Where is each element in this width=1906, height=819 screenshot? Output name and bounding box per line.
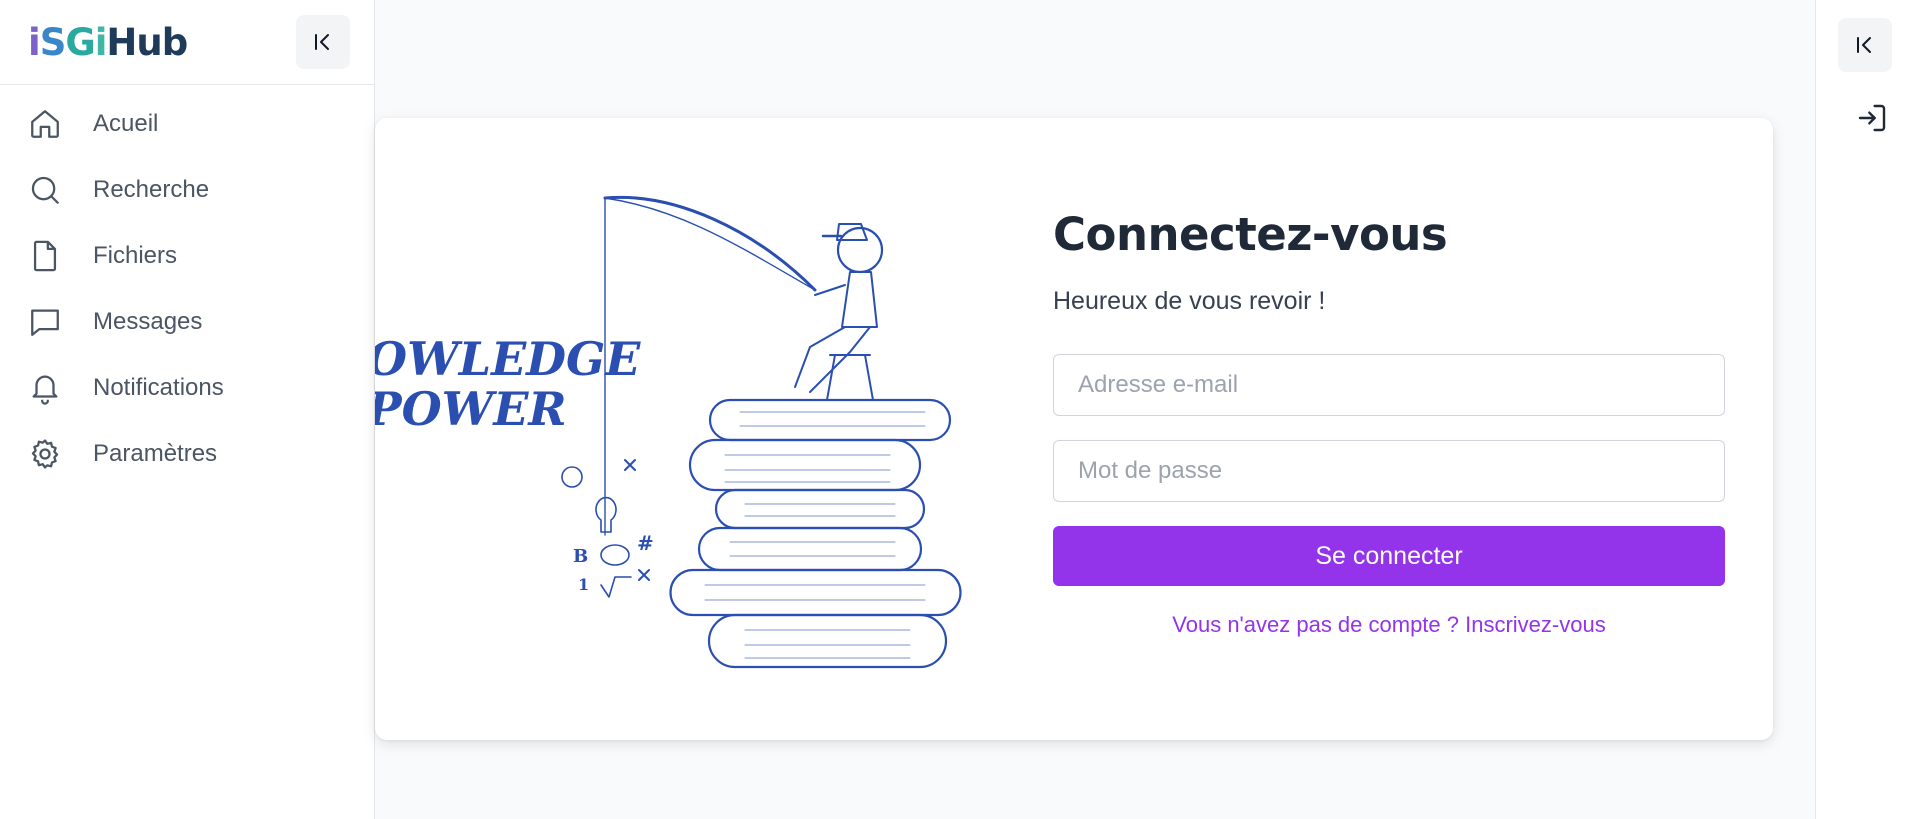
- knowledge-power-illustration: OWLEDGE POWER B 1 #: [375, 195, 962, 669]
- doodle-1: 1: [578, 575, 589, 594]
- books-stack: [669, 398, 962, 669]
- gear-icon: [31, 439, 59, 469]
- logo-part: G: [65, 20, 95, 64]
- sidebar: i S Gi Hub Acueil Recherche Fichiers Messag…: [0, 0, 375, 819]
- login-form: Connectez-vous Heureux de vous revoir ! …: [1053, 208, 1725, 638]
- login-title: Connectez-vous: [1053, 208, 1448, 261]
- login-button[interactable]: Se connecter: [1053, 526, 1725, 586]
- login-subtitle: Heureux de vous revoir !: [1053, 287, 1326, 315]
- password-field[interactable]: [1053, 440, 1725, 502]
- sidebar-item-label: Paramètres: [93, 440, 218, 467]
- collapse-left-icon: [1857, 37, 1871, 53]
- collapse-right-button[interactable]: [1838, 18, 1892, 72]
- sidebar-header: i S Gi Hub: [0, 0, 374, 85]
- login-card: OWLEDGE POWER B 1 # Connectez-vous Heure…: [375, 118, 1773, 740]
- right-rail: [1815, 0, 1906, 819]
- sidebar-item-label: Fichiers: [93, 242, 178, 269]
- register-link[interactable]: Vous n'avez pas de compte ? Inscrivez-vo…: [1053, 612, 1725, 638]
- sidebar-item-messages[interactable]: Messages: [0, 289, 374, 355]
- doodle-b: B: [573, 546, 588, 567]
- sidebar-nav: Acueil Recherche Fichiers Messages Notif…: [0, 85, 374, 487]
- sidebar-item-label: Notifications: [93, 374, 224, 401]
- logo-part: i: [94, 20, 108, 64]
- file-icon: [33, 240, 57, 272]
- sidebar-item-acueil[interactable]: Acueil: [0, 91, 374, 157]
- doodle-hash: #: [637, 531, 654, 555]
- app-root: i S Gi Hub Acueil Recherche Fichiers Messag…: [0, 0, 1906, 819]
- illustration-text-line1: OWLEDGE: [375, 332, 641, 386]
- collapse-sidebar-button[interactable]: [296, 15, 350, 69]
- email-field[interactable]: [1053, 354, 1725, 416]
- sidebar-item-fichiers[interactable]: Fichiers: [0, 223, 374, 289]
- login-icon[interactable]: [1856, 102, 1888, 134]
- sidebar-item-notifications[interactable]: Notifications: [0, 355, 374, 421]
- home-icon: [31, 110, 59, 138]
- sidebar-item-recherche[interactable]: Recherche: [0, 157, 374, 223]
- logo-part: Hub: [106, 20, 188, 64]
- sidebar-item-label: Recherche: [93, 176, 210, 203]
- brand-logo[interactable]: i S Gi Hub: [28, 20, 188, 64]
- message-icon: [31, 309, 59, 336]
- logo-part: i: [28, 20, 41, 64]
- sidebar-item-parametres[interactable]: Paramètres: [0, 421, 374, 487]
- sidebar-item-label: Acueil: [93, 110, 159, 137]
- sidebar-item-label: Messages: [93, 308, 203, 335]
- logo-part: S: [39, 20, 67, 64]
- search-icon: [31, 176, 59, 204]
- collapse-left-icon: [315, 34, 329, 50]
- illustration-text-line2: POWER: [375, 382, 567, 436]
- books-hatching: [704, 411, 926, 659]
- bell-icon: [32, 375, 58, 405]
